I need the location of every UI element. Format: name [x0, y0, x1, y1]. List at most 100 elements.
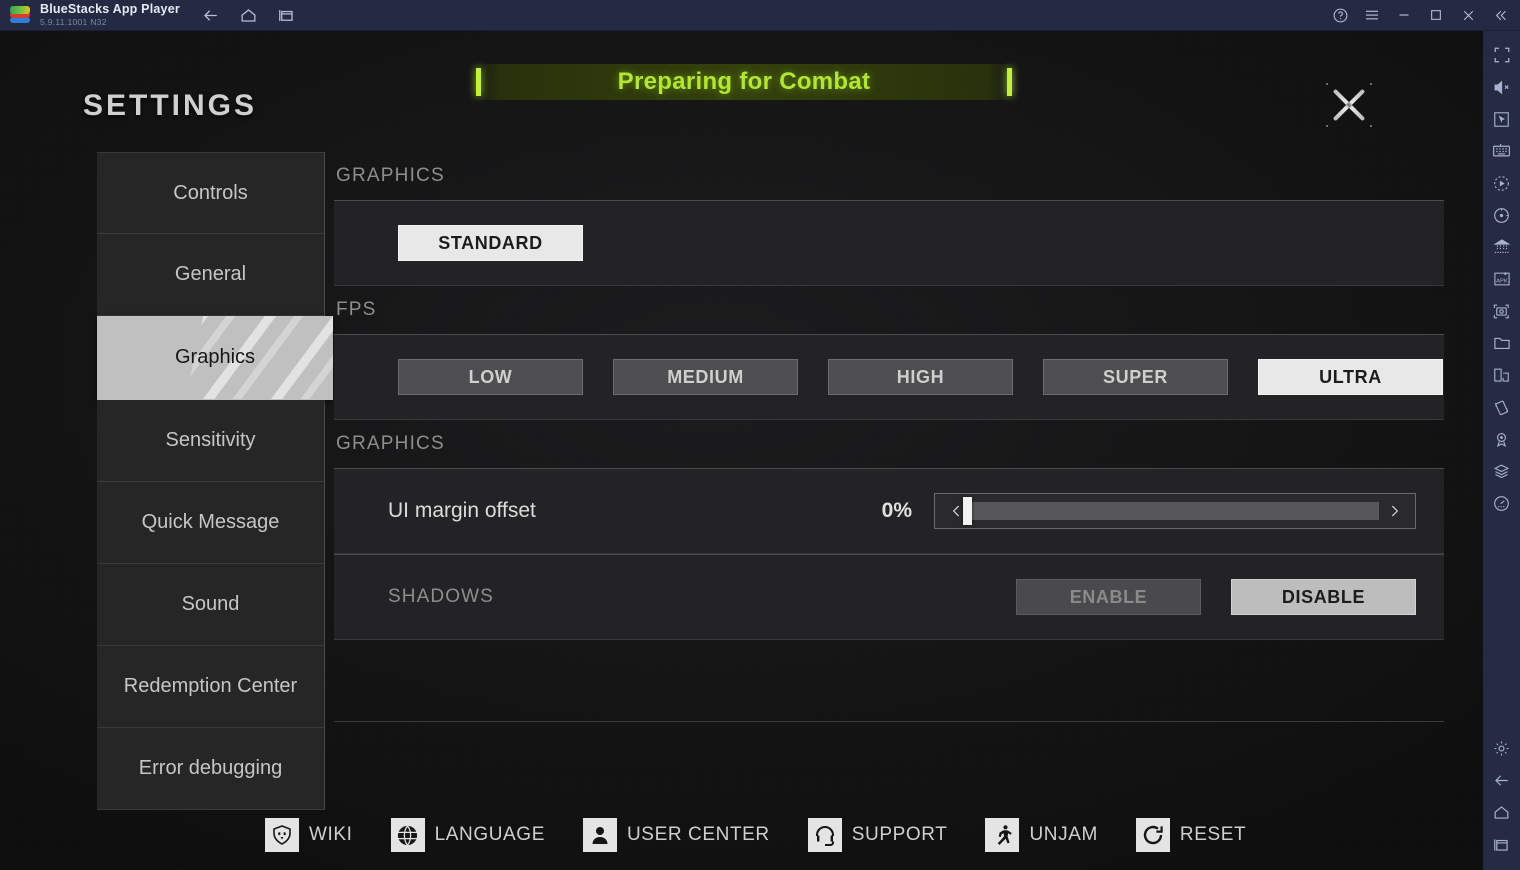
button-label: LOW — [468, 366, 513, 387]
slider-track[interactable] — [963, 497, 1379, 525]
sidebar-item-general[interactable]: General — [97, 234, 324, 316]
button-label: STANDARD — [438, 232, 543, 253]
section-header-graphics-misc: GRAPHICS — [336, 433, 445, 454]
app-name: BlueStacks App Player — [40, 1, 180, 16]
shake-icon[interactable] — [1486, 391, 1518, 423]
settings-content: GRAPHICS STANDARD FPS LOW MEDIUM HIGH SU… — [334, 152, 1444, 722]
fullscreen-icon[interactable] — [1486, 39, 1518, 71]
keyboard-icon[interactable] — [1486, 135, 1518, 167]
bluestacks-sidebar: APK — [1483, 31, 1520, 870]
app-title-block: BlueStacks App Player 5.9.11.1001 N32 — [40, 1, 180, 28]
android-back-button[interactable] — [1486, 764, 1518, 796]
button-label: ULTRA — [1319, 366, 1382, 387]
ui-margin-offset-slider[interactable] — [934, 493, 1416, 529]
maximize-button[interactable] — [1420, 0, 1452, 30]
button-label: MEDIUM — [667, 366, 744, 387]
graphics-standard-button[interactable]: STANDARD — [398, 225, 583, 261]
fps-ultra-button[interactable]: ULTRA — [1258, 359, 1443, 395]
shadows-button-group: ENABLE DISABLE — [1016, 579, 1416, 615]
fps-super-button[interactable]: SUPER — [1043, 359, 1228, 395]
language-button[interactable]: LANGUAGE — [390, 818, 545, 852]
sidebar-item-sound[interactable]: Sound — [97, 564, 324, 646]
ui-margin-offset-row: UI margin offset 0% — [334, 468, 1444, 554]
nav-label: Error debugging — [138, 757, 283, 779]
unjam-button[interactable]: UNJAM — [985, 818, 1097, 852]
nav-label: Sensitivity — [165, 429, 256, 451]
chevron-right-icon[interactable] — [1379, 496, 1409, 526]
apk-install-icon[interactable]: APK — [1486, 263, 1518, 295]
titlebar-nav-group — [196, 2, 302, 28]
copy-device-icon[interactable] — [1486, 359, 1518, 391]
home-button[interactable] — [234, 2, 264, 28]
minimize-button[interactable] — [1388, 0, 1420, 30]
sidebar-item-graphics[interactable]: Graphics — [97, 316, 333, 400]
headset-icon — [807, 818, 842, 852]
sidebar-item-controls[interactable]: Controls — [97, 152, 324, 234]
shadows-enable-button[interactable]: ENABLE — [1016, 579, 1201, 615]
hamburger-menu-button[interactable] — [1356, 0, 1388, 30]
sidebar-item-quick-message[interactable]: Quick Message — [97, 482, 324, 564]
back-button[interactable] — [196, 2, 226, 28]
status-banner: Preparing for Combat — [468, 64, 1020, 100]
recent-apps-button[interactable] — [272, 2, 302, 28]
banner-cap-left — [476, 68, 481, 96]
shadows-row: SHADOWS ENABLE DISABLE — [334, 554, 1444, 640]
shadows-disable-button[interactable]: DISABLE — [1231, 579, 1416, 615]
shadows-label: SHADOWS — [388, 586, 494, 607]
toolbar-label: RESET — [1179, 824, 1247, 845]
button-label: DISABLE — [1281, 586, 1366, 607]
layers-icon[interactable] — [1486, 455, 1518, 487]
user-center-button[interactable]: USER CENTER — [582, 818, 770, 852]
app-version: 5.9.11.1001 N32 — [40, 16, 107, 27]
macro-play-icon[interactable] — [1486, 167, 1518, 199]
settings-nav: Controls General Graphics Sensitivity Qu… — [97, 152, 333, 810]
svg-text:APK: APK — [1496, 278, 1508, 284]
graphics-quality-row: STANDARD — [334, 200, 1444, 286]
section-header-fps: FPS — [336, 299, 377, 320]
page-title: SETTINGS — [83, 89, 258, 122]
wiki-crest-icon — [265, 818, 299, 852]
fps-high-button[interactable]: HIGH — [828, 359, 1013, 395]
location-pin-icon[interactable] — [1486, 423, 1518, 455]
help-button[interactable] — [1324, 0, 1356, 30]
speaker-mute-icon[interactable] — [1486, 71, 1518, 103]
slider-handle[interactable] — [963, 497, 972, 525]
content-spacer — [334, 640, 1444, 722]
cursor-pointer-icon[interactable] — [1486, 103, 1518, 135]
sidebar-item-error-debugging[interactable]: Error debugging — [97, 728, 324, 810]
toolbar-label: LANGUAGE — [434, 824, 545, 845]
game-viewport: Preparing for Combat SETTINGS Controls G… — [0, 31, 1483, 870]
android-home-button[interactable] — [1486, 796, 1518, 828]
wiki-button[interactable]: WIKI — [265, 818, 353, 852]
fps-low-button[interactable]: LOW — [398, 359, 583, 395]
collapse-sidebar-button[interactable] — [1484, 0, 1516, 30]
nav-label: Controls — [173, 181, 248, 204]
sync-rotate-icon[interactable] — [1486, 199, 1518, 231]
android-recents-button[interactable] — [1486, 828, 1518, 860]
nav-label: Sound — [181, 593, 240, 615]
camera-screenshot-icon[interactable] — [1486, 295, 1518, 327]
close-window-button[interactable] — [1452, 0, 1484, 30]
section-header-graphics-quality: GRAPHICS — [336, 165, 445, 186]
sidebar-item-redemption-center[interactable]: Redemption Center — [97, 646, 324, 728]
bluestacks-logo-icon — [9, 4, 31, 26]
ui-margin-offset-label: UI margin offset — [388, 499, 536, 522]
toolbar-label: USER CENTER — [626, 824, 770, 845]
fps-medium-button[interactable]: MEDIUM — [613, 359, 798, 395]
nav-label: Quick Message — [141, 511, 280, 533]
globe-icon — [390, 818, 425, 852]
multi-instance-icon[interactable] — [1486, 231, 1518, 263]
close-settings-button[interactable] — [1320, 77, 1378, 133]
fps-row: LOW MEDIUM HIGH SUPER ULTRA — [334, 334, 1444, 420]
status-banner-text: Preparing for Combat — [617, 68, 871, 95]
button-label: ENABLE — [1069, 586, 1148, 607]
sidebar-item-sensitivity[interactable]: Sensitivity — [97, 400, 324, 482]
reset-button[interactable]: RESET — [1135, 818, 1247, 852]
support-button[interactable]: SUPPORT — [807, 818, 948, 852]
window-titlebar: BlueStacks App Player 5.9.11.1001 N32 — [0, 0, 1520, 31]
gear-icon[interactable] — [1486, 732, 1518, 764]
folder-icon[interactable] — [1486, 327, 1518, 359]
button-label: HIGH — [896, 366, 945, 387]
gauge-meter-icon[interactable] — [1486, 487, 1518, 519]
window-controls — [1324, 0, 1516, 30]
